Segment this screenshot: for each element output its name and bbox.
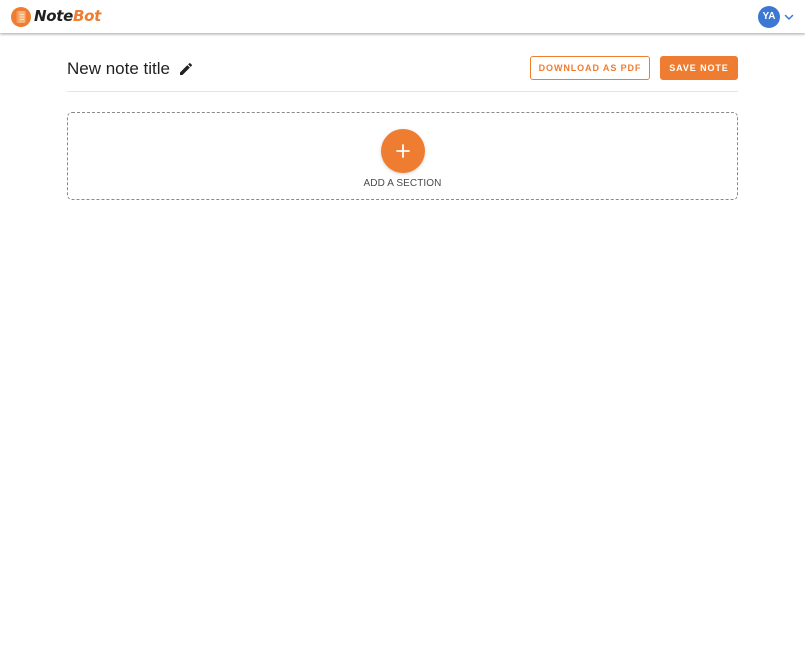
plus-icon xyxy=(396,144,410,158)
note-title-group: New note title xyxy=(67,58,194,80)
brand-name-part-1: Note xyxy=(34,7,74,25)
add-section-area[interactable]: ADD A SECTION xyxy=(67,112,738,200)
note-header: New note title DOWNLOAD AS PDF SAVE NOTE xyxy=(67,55,738,92)
brand-name: NoteBot xyxy=(34,6,101,27)
app-bar: NoteBot YA xyxy=(0,0,805,33)
download-pdf-button[interactable]: DOWNLOAD AS PDF xyxy=(530,56,650,80)
brand-logo-link[interactable]: NoteBot xyxy=(11,6,101,27)
add-section-label: ADD A SECTION xyxy=(363,178,442,189)
notebook-icon xyxy=(11,6,31,27)
note-title[interactable]: New note title xyxy=(67,58,170,80)
add-section-button[interactable] xyxy=(381,129,425,173)
chevron-down-icon[interactable] xyxy=(783,11,795,23)
pencil-icon[interactable] xyxy=(178,61,194,77)
save-note-button[interactable]: SAVE NOTE xyxy=(660,56,738,80)
user-menu[interactable]: YA xyxy=(758,6,795,28)
avatar[interactable]: YA xyxy=(758,6,780,28)
brand-name-part-2: Bot xyxy=(73,7,102,25)
